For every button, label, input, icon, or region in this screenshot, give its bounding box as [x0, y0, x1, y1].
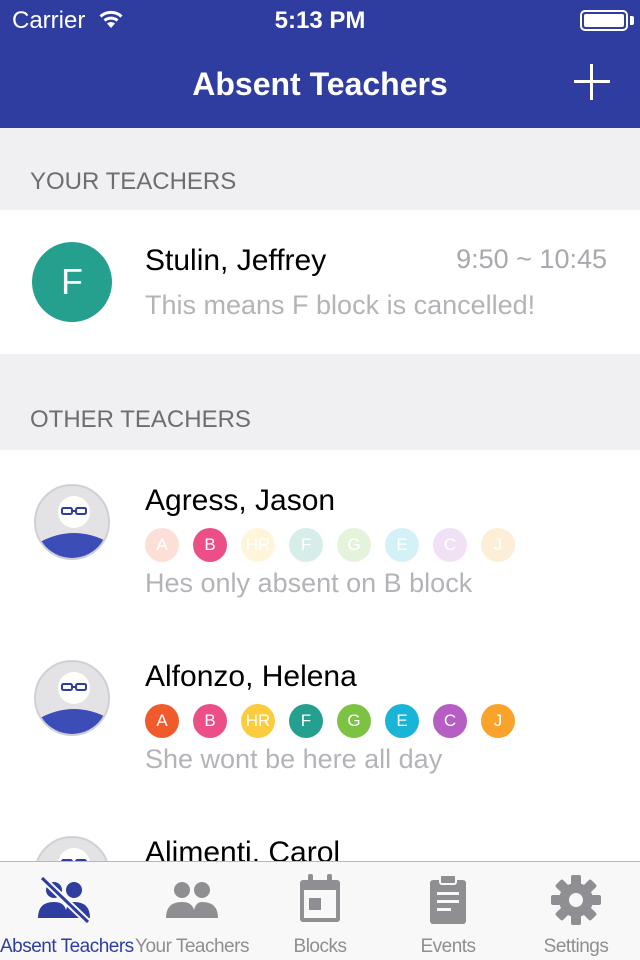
absence-time: 9:50 ~ 10:45: [456, 244, 607, 274]
block-chip-f: F: [289, 528, 323, 562]
calendar-icon: [300, 874, 340, 922]
block-chip-hr: HR: [241, 528, 275, 562]
clipboard-icon: [430, 874, 466, 924]
tab-label: Absent Teachers: [0, 936, 134, 957]
tab-label: Settings: [543, 936, 609, 957]
teacher-initial-avatar: F: [32, 242, 112, 322]
clock: 5:13 PM: [274, 7, 366, 34]
navigation-bar: Absent Teachers: [0, 40, 640, 128]
page-title: Absent Teachers: [192, 66, 448, 102]
teacher-name: Agress, Jason: [145, 484, 336, 517]
block-chip-c: C: [433, 704, 467, 738]
block-chip-hr: HR: [241, 704, 275, 738]
block-chip-j: J: [481, 528, 515, 562]
status-bar: Carrier 5:13 PM: [0, 0, 640, 40]
tab-your-teachers[interactable]: Your Teachers: [128, 862, 256, 960]
person-avatar-icon: [34, 660, 110, 736]
person-avatar-icon: [34, 484, 110, 560]
teacher-name: Alfonzo, Helena: [145, 660, 357, 693]
tab-settings[interactable]: Settings: [512, 862, 640, 960]
teacher-name: Alimenti, Carol: [145, 836, 341, 861]
tab-label: Your Teachers: [135, 936, 249, 957]
block-chip-e: E: [385, 528, 419, 562]
add-button[interactable]: [572, 62, 612, 102]
absence-note: Hes only absent on B block: [145, 568, 473, 598]
gear-icon: [551, 875, 601, 925]
tab-absent-teachers[interactable]: Absent Teachers: [0, 862, 134, 960]
section-header-other-teachers: OTHER TEACHERS: [0, 354, 640, 450]
tab-label: Events: [420, 936, 476, 957]
tab-events[interactable]: Events: [384, 862, 512, 960]
other-teacher-row[interactable]: Alimenti, Carol: [0, 802, 640, 861]
tab-bar: Absent Teachers Your Teachers Blocks Eve…: [0, 861, 640, 960]
absence-note: This means F block is cancelled!: [145, 290, 536, 320]
other-teacher-row[interactable]: Alfonzo, Helena A B HR F G E C J She wont be he…: [0, 626, 640, 802]
your-teachers-icon: [166, 882, 218, 918]
teacher-name: Stulin, Jeffrey: [145, 244, 327, 277]
tab-label: Blocks: [293, 936, 347, 957]
person-avatar-icon: [34, 836, 110, 861]
tab-blocks[interactable]: Blocks: [256, 862, 384, 960]
absent-teachers-icon: [38, 875, 91, 925]
absence-note: She wont be here all day: [145, 744, 443, 774]
battery-icon: [580, 10, 628, 31]
block-chip-b: B: [193, 528, 227, 562]
block-chip-b: B: [193, 704, 227, 738]
other-teacher-row[interactable]: Agress, Jason A B HR F G E C J Hes only absent …: [0, 450, 640, 626]
block-chip-g: G: [337, 528, 371, 562]
block-chip-e: E: [385, 704, 419, 738]
block-chip-a: A: [145, 528, 179, 562]
teacher-list[interactable]: YOUR TEACHERS F Stulin, Jeffrey 9:50 ~ 1…: [0, 128, 640, 861]
section-header-your-teachers: YOUR TEACHERS: [0, 128, 640, 210]
block-chip-g: G: [337, 704, 371, 738]
block-chip-c: C: [433, 528, 467, 562]
battery-tip: [630, 16, 634, 25]
block-chip-j: J: [481, 704, 515, 738]
your-teacher-row[interactable]: F Stulin, Jeffrey 9:50 ~ 10:45 This mean…: [0, 210, 640, 354]
block-chip-a: A: [145, 704, 179, 738]
block-chip-f: F: [289, 704, 323, 738]
